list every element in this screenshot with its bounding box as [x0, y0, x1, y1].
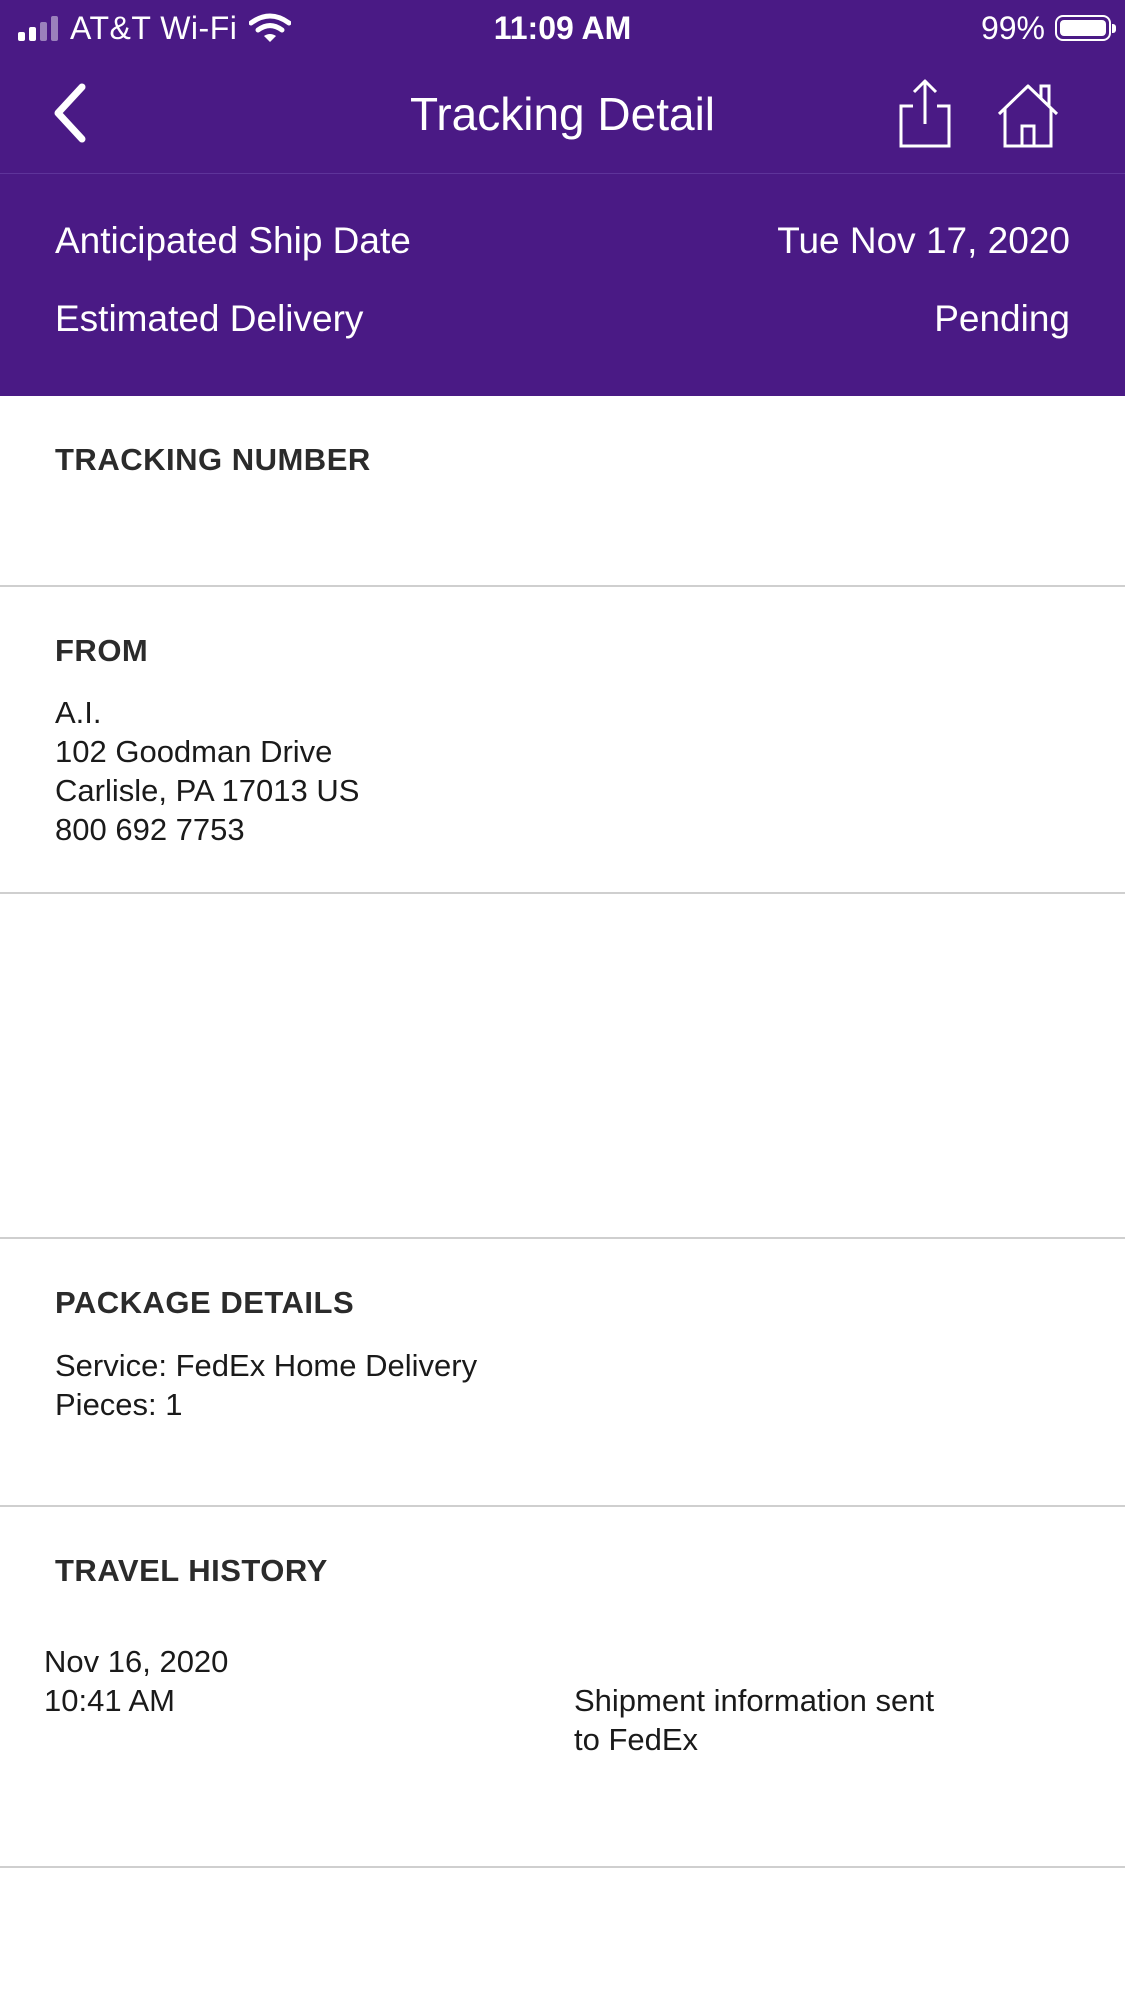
- from-phone: 800 692 7753: [55, 812, 245, 847]
- divider: [0, 1866, 1125, 1868]
- ship-date-row: Anticipated Ship Date Tue Nov 17, 2020: [55, 216, 1070, 266]
- battery-icon: [1055, 15, 1116, 41]
- history-event-datetime: Nov 16, 2020 10:41 AM: [44, 1642, 228, 1720]
- navigation-bar: Tracking Detail: [0, 56, 1125, 174]
- tracking-number-heading: TRACKING NUMBER: [55, 442, 371, 477]
- delivery-label: Estimated Delivery: [55, 298, 364, 339]
- share-icon: [899, 79, 951, 148]
- home-button[interactable]: [995, 78, 1061, 150]
- travel-history-heading: TRAVEL HISTORY: [55, 1553, 328, 1588]
- divider: [0, 1505, 1125, 1507]
- status-bar: AT&T Wi-Fi 11:09 AM 99%: [0, 0, 1125, 56]
- from-street: 102 Goodman Drive: [55, 734, 333, 769]
- home-icon: [997, 84, 1059, 148]
- status-time: 11:09 AM: [493, 10, 632, 46]
- package-details: Service: FedEx Home Delivery Pieces: 1: [55, 1346, 477, 1424]
- status-right: 99%: [980, 8, 1116, 48]
- ship-date-label: Anticipated Ship Date: [55, 220, 411, 261]
- from-address: A.I. 102 Goodman Drive Carlisle, PA 1701…: [55, 693, 359, 849]
- battery-fill: [1060, 20, 1106, 36]
- package-details-heading: PACKAGE DETAILS: [55, 1285, 355, 1320]
- page-title: Tracking Detail: [409, 88, 716, 140]
- from-city: Carlisle, PA 17013 US: [55, 773, 360, 808]
- history-event-date: Nov 16, 2020: [44, 1644, 229, 1679]
- delivery-status-value: Pending: [934, 298, 1070, 339]
- ship-date-value: Tue Nov 17, 2020: [777, 220, 1070, 261]
- delivery-row: Estimated Delivery Pending: [55, 294, 1070, 344]
- from-name: A.I.: [55, 695, 102, 730]
- history-event-time: 10:41 AM: [44, 1683, 175, 1718]
- divider: [0, 1237, 1125, 1239]
- service-type: Service: FedEx Home Delivery: [55, 1348, 478, 1383]
- history-event-description-line: to FedEx: [574, 1722, 699, 1757]
- piece-count: Pieces: 1: [55, 1387, 183, 1422]
- shipment-summary: Anticipated Ship Date Tue Nov 17, 2020 E…: [0, 174, 1125, 396]
- from-heading: FROM: [55, 633, 149, 668]
- divider: [0, 585, 1125, 587]
- divider: [0, 892, 1125, 894]
- history-event-description-line: Shipment information sent: [574, 1683, 935, 1718]
- history-event-description: Shipment information sent to FedEx: [574, 1681, 1034, 1759]
- share-button[interactable]: [895, 78, 955, 150]
- battery-percent: 99%: [980, 9, 1045, 46]
